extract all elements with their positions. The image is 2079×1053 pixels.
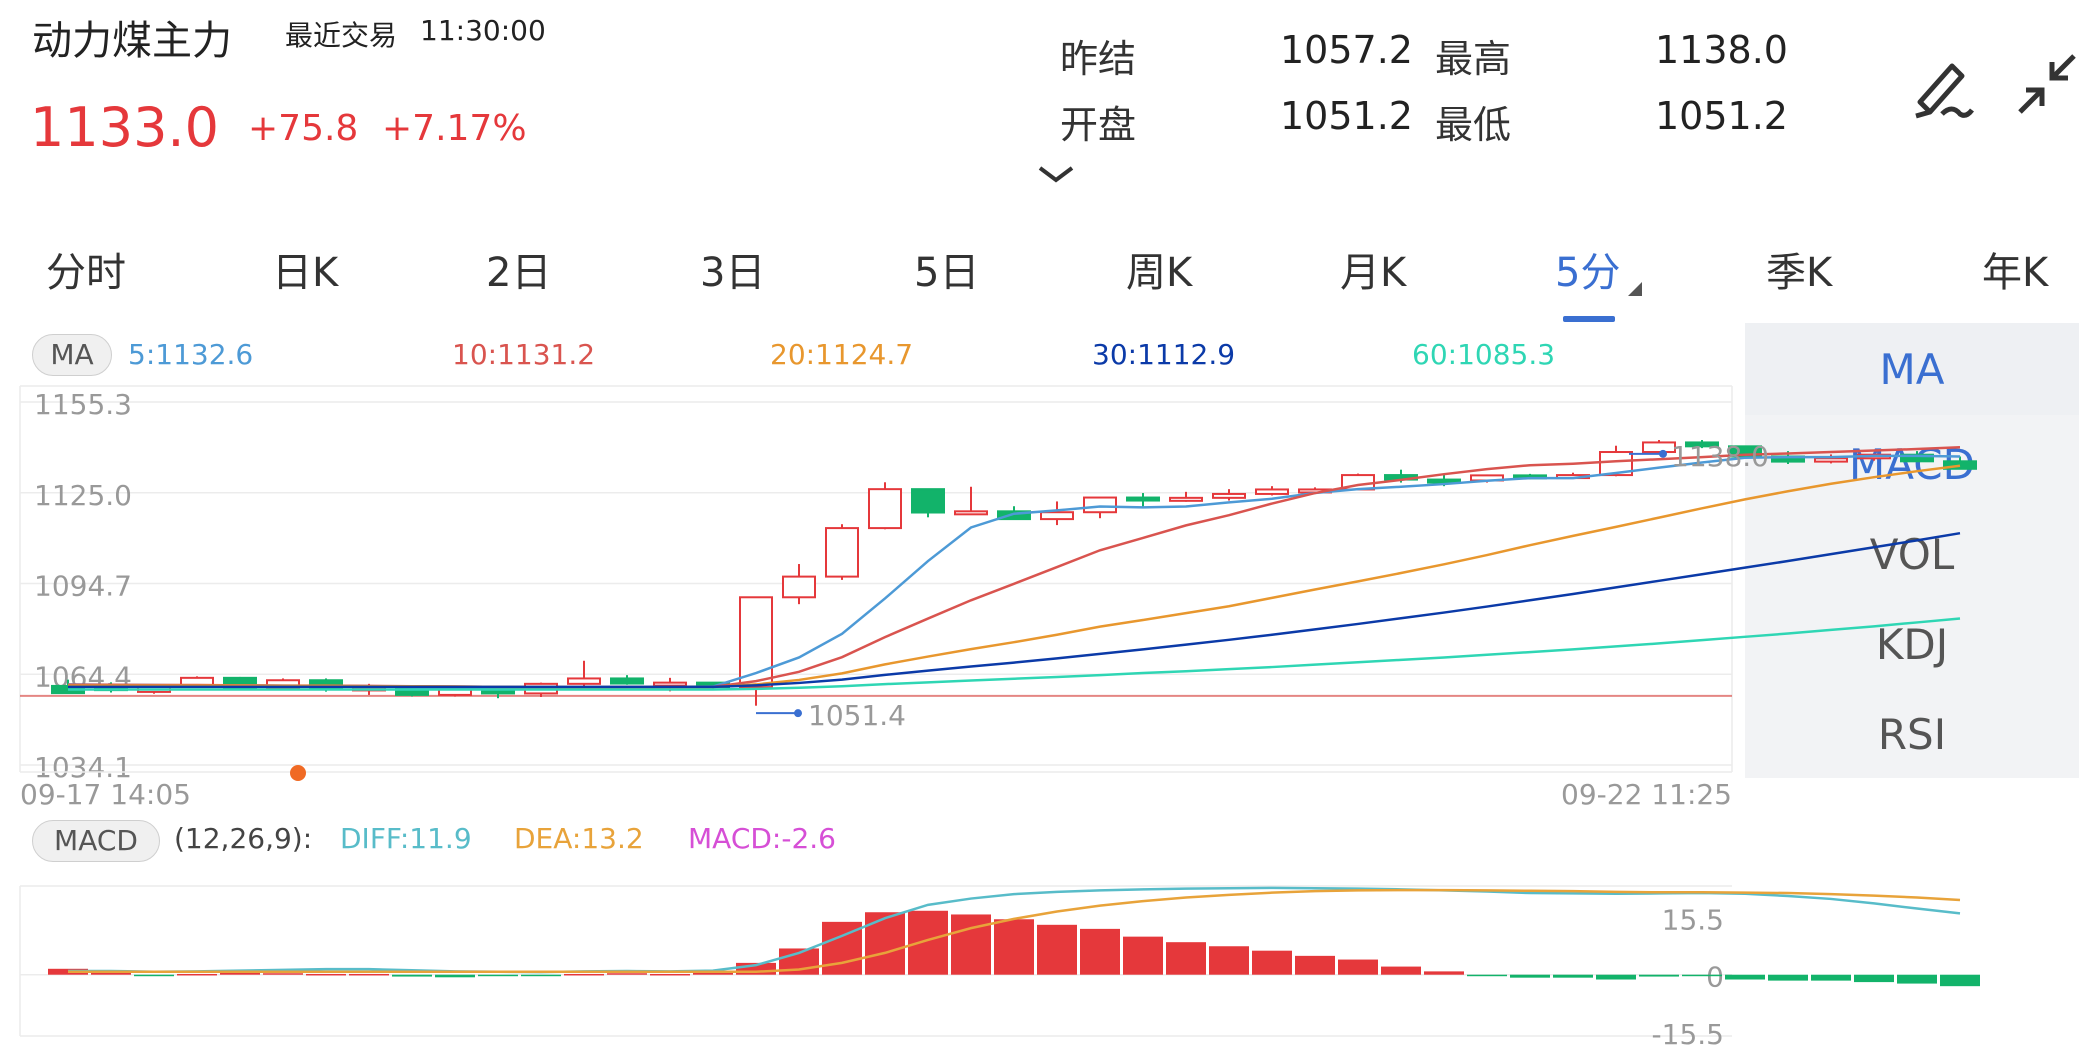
macd-axis-tick: 15.5 <box>1662 903 1724 936</box>
macd-bar <box>1768 974 1808 981</box>
candle-body <box>1212 492 1246 499</box>
candle-body <box>567 677 601 685</box>
macd-bar <box>1338 959 1378 975</box>
macd-bar <box>1252 950 1292 975</box>
candle-body <box>911 488 945 514</box>
candle-body <box>954 510 988 516</box>
price-axis-tick: 1155.3 <box>34 388 132 421</box>
ma30-line <box>68 531 1961 689</box>
candle-body <box>825 527 859 578</box>
macd-bar <box>650 973 690 976</box>
ma60-line <box>68 617 1961 691</box>
macd-bar <box>1854 974 1894 983</box>
macd-bar <box>177 973 217 976</box>
macd-bar <box>1811 974 1851 981</box>
max-marker-label: 1138.0 <box>1671 440 1769 473</box>
candle-body <box>653 681 687 687</box>
macd-axis-tick: -15.5 <box>1652 1018 1724 1051</box>
macd-bar <box>1725 974 1765 980</box>
candle-body <box>1255 488 1289 495</box>
price-axis-tick: 1094.7 <box>34 570 132 603</box>
macd-bar <box>908 910 948 975</box>
max-marker-dot <box>1659 449 1667 458</box>
macd-axis-tick: 0 <box>1706 961 1724 994</box>
macd-bar <box>607 973 647 975</box>
macd-bar <box>392 974 432 977</box>
macd-bar <box>435 974 475 978</box>
macd-bar <box>306 973 346 976</box>
ma5-line <box>67 454 1961 691</box>
candle-body <box>1126 496 1160 502</box>
min-marker-label: 1051.4 <box>808 699 906 732</box>
macd-bar <box>349 973 389 976</box>
macd-bar <box>1381 966 1421 975</box>
macd-bar <box>1295 955 1335 975</box>
macd-bar <box>1424 971 1464 975</box>
x-axis-start-label: 09-17 14:05 <box>20 778 191 811</box>
macd-bar <box>1080 928 1120 975</box>
macd-bar <box>564 973 604 976</box>
macd-bar <box>865 912 905 975</box>
macd-bar <box>1553 974 1593 978</box>
macd-bar <box>134 974 174 977</box>
session-marker-dot <box>290 765 306 781</box>
candle-body <box>1814 457 1848 463</box>
macd-bar <box>994 919 1034 975</box>
min-marker-dot <box>794 709 802 718</box>
macd-bar <box>1940 974 1980 987</box>
macd-bar <box>1123 936 1163 975</box>
candle-body <box>1083 496 1117 514</box>
macd-bar <box>263 973 303 975</box>
kline-chart[interactable]: 1155.31125.01094.71064.41034.11138.01051… <box>0 0 2079 1053</box>
macd-bar <box>1510 974 1550 978</box>
macd-bar <box>1596 974 1636 980</box>
candle-body <box>1040 511 1074 521</box>
macd-bar <box>1209 946 1249 975</box>
macd-bar <box>521 974 561 977</box>
candle-body <box>610 677 644 685</box>
candle-body <box>782 575 816 599</box>
x-axis-end-label: 09-22 11:25 <box>1561 778 1732 811</box>
macd-bar <box>478 974 518 977</box>
price-axis-tick: 1125.0 <box>34 479 132 512</box>
macd-bar <box>951 914 991 975</box>
macd-bar <box>1467 974 1507 977</box>
ma10-line <box>68 445 1961 689</box>
candle-body <box>868 488 902 530</box>
macd-bar <box>1897 974 1937 984</box>
macd-bar <box>1682 974 1722 977</box>
macd-bar <box>1639 974 1679 977</box>
ma20-line <box>68 464 1961 689</box>
macd-bar <box>1037 924 1077 975</box>
macd-bar <box>1166 942 1206 975</box>
candle-body <box>1169 496 1203 502</box>
